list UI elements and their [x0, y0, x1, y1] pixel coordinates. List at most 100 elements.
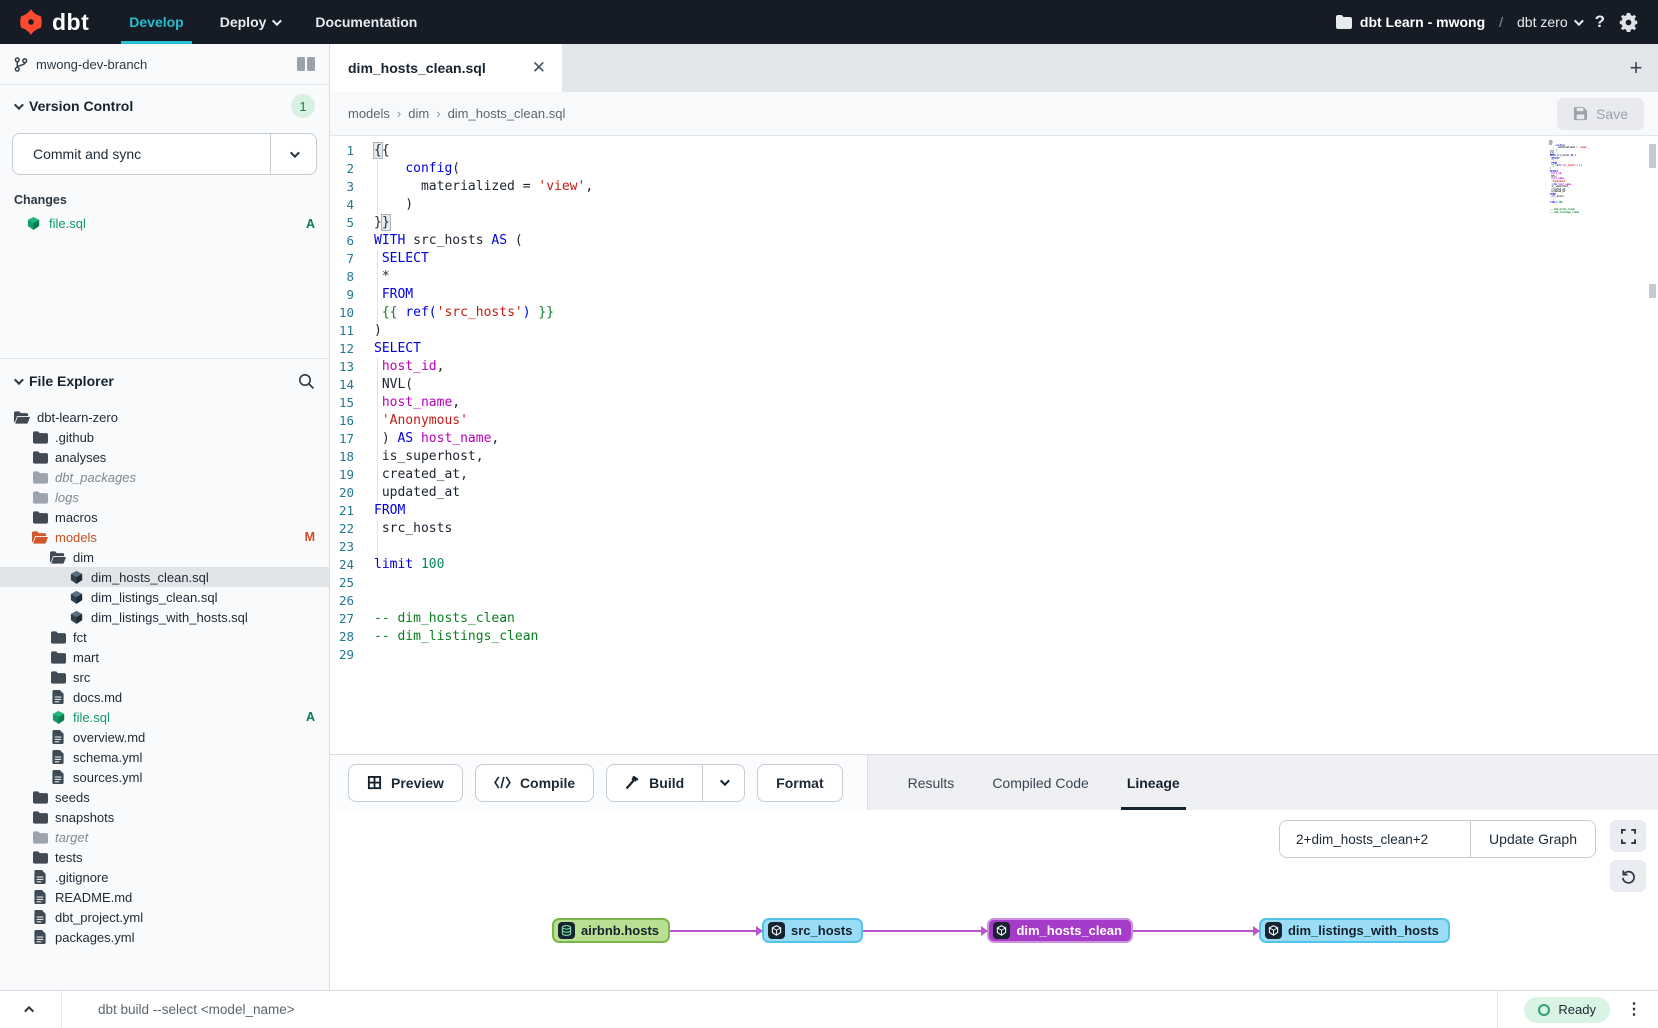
- nav-deploy[interactable]: Deploy: [206, 0, 294, 44]
- docs-book-icon[interactable]: [297, 57, 315, 71]
- compile-button[interactable]: Compile: [475, 764, 594, 802]
- kebab-menu-icon[interactable]: ⋮: [1626, 1007, 1642, 1012]
- dbt-brand[interactable]: dbt: [0, 0, 115, 44]
- tree-item-dim-listings-clean-sql[interactable]: dim_listings_clean.sql: [0, 587, 329, 607]
- lineage-node-airbnb-hosts[interactable]: airbnb.hosts: [552, 918, 670, 943]
- tree-item--github[interactable]: .github: [0, 427, 329, 447]
- commit-and-sync-button[interactable]: Commit and sync: [12, 133, 317, 175]
- tree-item-snapshots[interactable]: snapshots: [0, 807, 329, 827]
- tree-item-seeds[interactable]: seeds: [0, 787, 329, 807]
- top-right-controls: dbt Learn - mwong / dbt zero ?: [1336, 0, 1658, 44]
- tree-item-label: sources.yml: [73, 770, 142, 785]
- tree-item-label: seeds: [55, 790, 90, 805]
- code-line: 29: [330, 646, 1658, 664]
- tree-item-overview-md[interactable]: overview.md: [0, 727, 329, 747]
- account-selector[interactable]: dbt Learn - mwong: [1336, 14, 1485, 30]
- tab-results[interactable]: Results: [894, 755, 969, 810]
- tree-item-docs-md[interactable]: docs.md: [0, 687, 329, 707]
- reset-view-icon[interactable]: [1610, 860, 1646, 892]
- tree-item-dim-hosts-clean-sql[interactable]: dim_hosts_clean.sql: [0, 567, 329, 587]
- git-status-badge: A: [306, 217, 315, 231]
- tree-item-sources-yml[interactable]: sources.yml: [0, 767, 329, 787]
- commit-options-chevron[interactable]: [270, 134, 316, 174]
- tree-item-fct[interactable]: fct: [0, 627, 329, 647]
- changed-file-row[interactable]: file.sql A: [0, 213, 329, 234]
- lineage-node-dim-listings-with-hosts[interactable]: dim_listings_with_hosts: [1259, 918, 1450, 943]
- tree-item-readme-md[interactable]: README.md: [0, 887, 329, 907]
- tree-item-label: fct: [73, 630, 87, 645]
- tree-item-file-sql[interactable]: file.sqlA: [0, 707, 329, 727]
- tab-dim-hosts-clean[interactable]: dim_hosts_clean.sql ✕: [330, 44, 562, 92]
- top-navigation: Develop Deploy Documentation: [115, 0, 431, 44]
- tree-item-dim-listings-with-hosts-sql[interactable]: dim_listings_with_hosts.sql: [0, 607, 329, 627]
- breadcrumb-file[interactable]: dim_hosts_clean.sql: [448, 106, 566, 121]
- tab-compiled-code[interactable]: Compiled Code: [978, 755, 1103, 810]
- lineage-node-dim-hosts-clean[interactable]: dim_hosts_clean: [987, 918, 1133, 943]
- line-number: 21: [330, 502, 374, 520]
- build-options-chevron[interactable]: [702, 765, 744, 801]
- line-number: 26: [330, 592, 374, 610]
- search-icon[interactable]: [298, 373, 315, 390]
- ide-status-badge[interactable]: Ready: [1524, 997, 1610, 1023]
- tab-lineage[interactable]: Lineage: [1113, 755, 1194, 810]
- tree-item-label: dim_hosts_clean.sql: [91, 570, 209, 585]
- code-line: 15 host_name,: [330, 394, 1658, 412]
- tree-item-dbt-project-yml[interactable]: dbt_project.yml: [0, 907, 329, 927]
- code-line: 13 host_id,: [330, 358, 1658, 376]
- file-tree: dbt-learn-zero.githubanalysesdbt_package…: [0, 403, 329, 947]
- help-icon[interactable]: ?: [1595, 12, 1605, 32]
- tree-item-dbt-packages[interactable]: dbt_packages: [0, 467, 329, 487]
- line-number: 14: [330, 376, 374, 394]
- tree-item-models[interactable]: modelsM: [0, 527, 329, 547]
- editor-scrollbar[interactable]: [1647, 136, 1658, 754]
- gear-icon[interactable]: [1619, 13, 1638, 32]
- sidebar: mwong-dev-branch Version Control 1 Commi…: [0, 44, 330, 990]
- save-button[interactable]: Save: [1557, 98, 1644, 130]
- line-number: 4: [330, 196, 374, 214]
- scrollbar-thumb[interactable]: [1649, 144, 1656, 168]
- scrollbar-thumb[interactable]: [1649, 284, 1656, 298]
- format-button[interactable]: Format: [757, 764, 842, 802]
- breadcrumb-dim[interactable]: dim: [408, 106, 429, 121]
- lineage-selector-input[interactable]: [1280, 821, 1470, 857]
- chevron-down-icon: [272, 16, 282, 26]
- tree-item-tests[interactable]: tests: [0, 847, 329, 867]
- tree-item-src[interactable]: src: [0, 667, 329, 687]
- fullscreen-icon[interactable]: [1610, 820, 1646, 852]
- version-control-header[interactable]: Version Control 1: [0, 85, 329, 127]
- version-control-title: Version Control: [29, 98, 133, 114]
- tree-item-label: overview.md: [73, 730, 145, 745]
- tree-item-target[interactable]: target: [0, 827, 329, 847]
- new-tab-button[interactable]: +: [1614, 44, 1658, 92]
- branch-name: mwong-dev-branch: [36, 57, 147, 72]
- folder-icon: [32, 789, 48, 805]
- tree-item-packages-yml[interactable]: packages.yml: [0, 927, 329, 947]
- breadcrumb-models[interactable]: models: [348, 106, 390, 121]
- tree-item-schema-yml[interactable]: schema.yml: [0, 747, 329, 767]
- command-input[interactable]: dbt build --select <model_name>: [62, 1002, 1497, 1017]
- environment-selector[interactable]: dbt zero: [1517, 14, 1581, 30]
- file-explorer-header[interactable]: File Explorer: [0, 359, 329, 403]
- update-graph-button[interactable]: Update Graph: [1470, 821, 1595, 857]
- tree-item-macros[interactable]: macros: [0, 507, 329, 527]
- nav-develop[interactable]: Develop: [115, 0, 197, 44]
- tree-item-logs[interactable]: logs: [0, 487, 329, 507]
- tree-item--gitignore[interactable]: .gitignore: [0, 867, 329, 887]
- branch-row[interactable]: mwong-dev-branch: [0, 44, 329, 85]
- lineage-node-src-hosts[interactable]: src_hosts: [762, 918, 863, 943]
- tree-item-dbt-learn-zero[interactable]: dbt-learn-zero: [0, 407, 329, 427]
- dbt-logo-icon: [18, 9, 44, 35]
- nav-documentation[interactable]: Documentation: [301, 0, 431, 44]
- preview-button[interactable]: Preview: [348, 764, 463, 802]
- lineage-edge: [1133, 930, 1259, 932]
- code-editor[interactable]: 1{{2 config(3 materialized = 'view',4 )5…: [330, 136, 1658, 754]
- lineage-panel[interactable]: Update Graph airbnb.hosts src_hosts dim_ho…: [330, 810, 1658, 990]
- build-button[interactable]: Build: [607, 765, 702, 801]
- tree-item-analyses[interactable]: analyses: [0, 447, 329, 467]
- tree-item-dim[interactable]: dim: [0, 547, 329, 567]
- command-bar-expand-button[interactable]: [0, 991, 62, 1028]
- folder-open-icon: [32, 529, 48, 545]
- tree-item-mart[interactable]: mart: [0, 647, 329, 667]
- tree-item-label: dbt_project.yml: [55, 910, 143, 925]
- close-icon[interactable]: ✕: [532, 58, 546, 78]
